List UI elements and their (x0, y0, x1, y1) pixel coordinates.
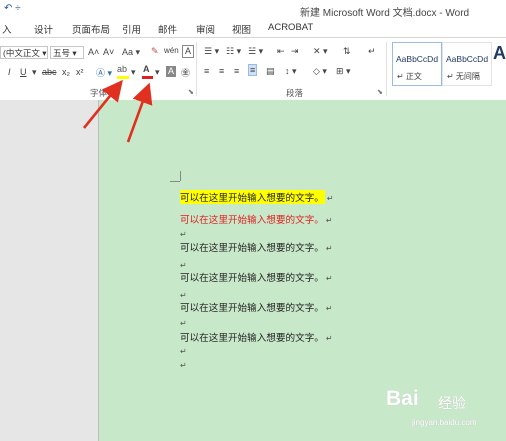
annotation-arrows (82, 79, 153, 143)
watermark-url: jingyan.baidu.com (412, 418, 477, 427)
arrow-to-highlight (82, 79, 123, 129)
arrow-to-font-color (126, 82, 153, 143)
baidu-logo: Bai (386, 387, 419, 410)
baidu-logo-suffix: 经验 (438, 395, 466, 411)
